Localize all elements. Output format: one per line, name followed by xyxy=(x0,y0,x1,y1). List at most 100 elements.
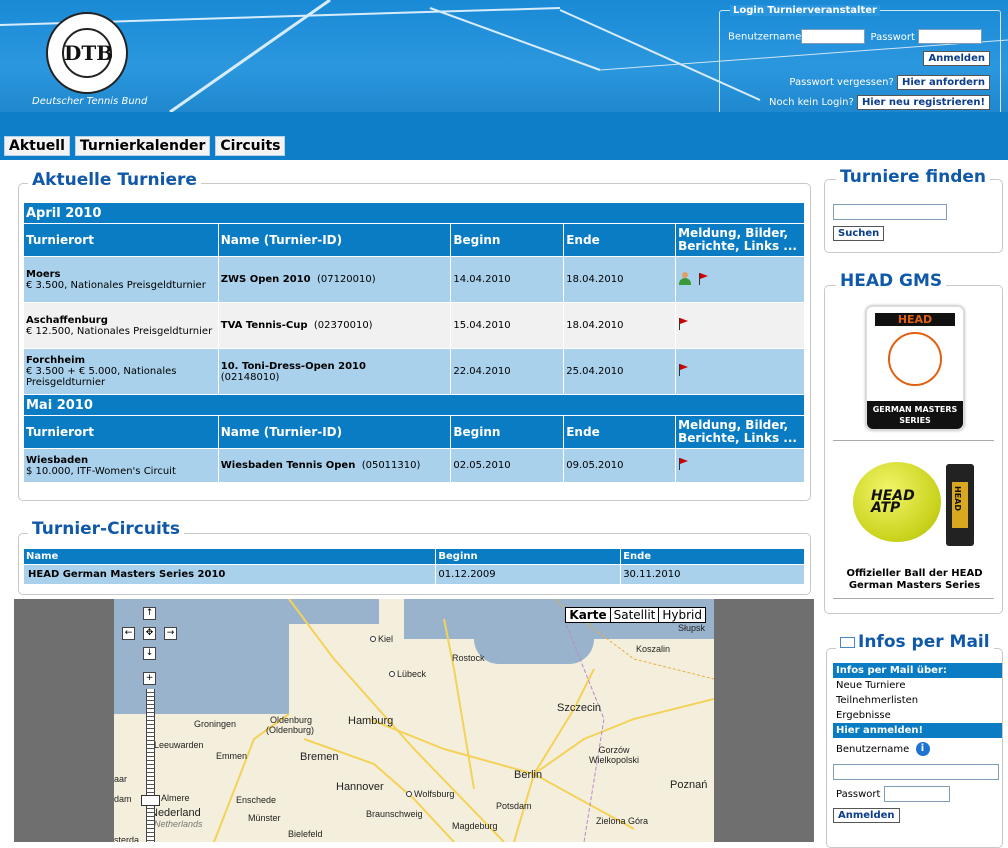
map-container: Słupsk Kiel Rostock Koszalin Lübeck Gron… xyxy=(14,599,814,842)
tournament-id: (05011310) xyxy=(361,460,421,471)
find-tournaments-title: Turniere finden xyxy=(836,167,991,187)
login-button[interactable]: Anmelden xyxy=(923,51,990,66)
ball-label: HEAD ATP xyxy=(871,488,915,516)
mail-option-participants[interactable]: Teilnehmerlisten xyxy=(833,693,1002,708)
dtb-logo[interactable]: DTB xyxy=(46,12,128,94)
col-ende: Ende xyxy=(563,415,677,449)
map-city: Leeuwarden xyxy=(154,740,204,750)
head-gms-logo-caption: GERMAN MASTERS SERIES xyxy=(867,401,963,429)
start-date: 14.04.2010 xyxy=(450,256,565,303)
info-icon[interactable]: i xyxy=(915,742,930,756)
password-input[interactable] xyxy=(918,29,983,44)
flag-icon[interactable] xyxy=(678,318,690,330)
pan-right-icon[interactable]: → xyxy=(164,627,177,640)
map-city: Lübeck xyxy=(389,669,426,679)
col-turnierort: Turnierort xyxy=(23,415,219,449)
circuits-title: Turnier-Circuits xyxy=(28,519,185,539)
mail-about-header: Infos per Mail über: xyxy=(833,663,1002,678)
tennis-ball-icon xyxy=(888,332,942,386)
place-prize: $ 10.000, ITF-Women's Circuit xyxy=(26,465,176,477)
tab-turnierkalender[interactable]: Turnierkalender xyxy=(74,136,211,156)
map-city: sterda xyxy=(114,835,140,842)
divider xyxy=(833,598,994,599)
map-type-satellit[interactable]: Satellit xyxy=(609,607,660,623)
map-city: Wolfsburg xyxy=(406,789,454,799)
person-icon[interactable] xyxy=(678,271,692,285)
head-gms-title: HEAD GMS xyxy=(836,271,947,291)
envelope-icon xyxy=(840,636,855,648)
map-city: Nederland xyxy=(150,807,201,819)
search-input[interactable] xyxy=(833,204,947,220)
mail-login-button[interactable]: Anmelden xyxy=(833,808,900,823)
circuit-end: 30.11.2010 xyxy=(620,564,805,585)
request-password-button[interactable]: Hier anfordern xyxy=(896,75,990,90)
flag-icon[interactable] xyxy=(698,272,710,285)
map-city: Potsdam xyxy=(496,801,532,811)
mail-password-label: Passwort xyxy=(836,789,881,800)
can-label: HEAD xyxy=(953,486,962,511)
start-date: 22.04.2010 xyxy=(450,348,565,395)
username-input[interactable] xyxy=(801,29,866,44)
table-row: Wiesbaden $ 10.000, ITF-Women's Circuit W… xyxy=(23,448,805,483)
map-city: Netherlands xyxy=(154,819,203,829)
place-prize: € 12.500, Nationales Preisgeldturnier xyxy=(26,325,213,337)
place-name: Moers xyxy=(26,268,61,280)
tab-aktuell[interactable]: Aktuell xyxy=(4,136,70,156)
tournament-link[interactable]: TVA Tennis-Cup xyxy=(221,320,308,331)
col-beginn: Beginn xyxy=(450,415,565,449)
tournament-link[interactable]: ZWS Open 2010 xyxy=(221,274,311,285)
head-gms-box: HEAD GERMAN MASTERS SERIES HEAD ATP HEAD… xyxy=(824,285,1003,614)
mail-option-new[interactable]: Neue Turniere xyxy=(833,678,1002,693)
flag-icon[interactable] xyxy=(678,364,690,376)
google-map[interactable]: Słupsk Kiel Rostock Koszalin Lübeck Gron… xyxy=(114,599,714,842)
circuit-link[interactable]: HEAD German Masters Series 2010 xyxy=(26,569,225,580)
map-type-hybrid[interactable]: Hybrid xyxy=(658,607,706,623)
col-circuit-name: Name xyxy=(22,548,437,565)
head-gms-logo[interactable]: HEAD GERMAN MASTERS SERIES xyxy=(866,306,964,430)
tab-circuits[interactable]: Circuits xyxy=(215,136,286,156)
map-city: Emmen xyxy=(216,751,248,761)
head-ball-icon[interactable]: HEAD ATP xyxy=(853,462,941,542)
mail-username-input[interactable] xyxy=(833,764,999,780)
map-city: Hamburg xyxy=(348,715,394,727)
zoom-slider[interactable] xyxy=(146,689,155,842)
map-city: Poznań xyxy=(670,779,708,791)
zoom-slider-handle[interactable] xyxy=(141,795,160,806)
map-city: Enschede xyxy=(236,795,277,805)
pan-down-icon[interactable]: ↓ xyxy=(143,647,156,660)
tournament-link[interactable]: 10. Toni-Dress-Open 2010 xyxy=(221,361,366,372)
map-city: Rostock xyxy=(452,653,485,663)
flag-icon[interactable] xyxy=(678,458,690,470)
map-city: Braunschweig xyxy=(366,809,423,819)
table-row: Forchheim € 3.500 + € 5.000, Nationales P… xyxy=(23,348,805,395)
col-circuit-ende: Ende xyxy=(620,548,805,565)
mail-password-input[interactable] xyxy=(883,786,950,802)
tournament-id: (02148010) xyxy=(220,371,280,383)
place-name: Wiesbaden xyxy=(26,454,89,466)
end-date: 09.05.2010 xyxy=(563,448,677,483)
pan-up-icon[interactable]: ↑ xyxy=(143,607,156,620)
place-name: Aschaffenburg xyxy=(26,314,108,326)
map-city: (Oldenburg) xyxy=(266,725,315,735)
end-date: 25.04.2010 xyxy=(563,348,677,395)
map-city: Słupsk xyxy=(678,623,706,633)
password-label: Passwort xyxy=(870,31,915,43)
mail-info-title: Infos per Mail xyxy=(836,632,994,652)
tournament-table: April 2010 Turnierort Name (Turnier-ID) … xyxy=(23,202,805,483)
table-row: HEAD German Masters Series 2010 01.12.20… xyxy=(22,564,805,585)
map-type-karte[interactable]: Karte xyxy=(565,607,611,623)
center-icon[interactable]: ✥ xyxy=(143,627,156,640)
login-box: Login Turnierveranstalter Benutzername P… xyxy=(719,5,1001,112)
mail-option-results[interactable]: Ergebnisse xyxy=(833,708,1002,723)
tournament-link[interactable]: Wiesbaden Tennis Open xyxy=(221,460,356,471)
pan-left-icon[interactable]: ← xyxy=(122,627,135,640)
map-city: Hannover xyxy=(336,781,384,793)
col-ende: Ende xyxy=(563,223,677,257)
zoom-in-icon[interactable]: + xyxy=(143,672,156,685)
col-circuit-beginn: Beginn xyxy=(435,548,622,565)
map-city: Gorzów Wielkopolski xyxy=(588,745,639,765)
register-button[interactable]: Hier neu registrieren! xyxy=(856,95,990,110)
search-button[interactable]: Suchen xyxy=(833,226,885,241)
map-city: Szczecin xyxy=(557,702,602,714)
col-name: Name (Turnier-ID) xyxy=(217,415,452,449)
